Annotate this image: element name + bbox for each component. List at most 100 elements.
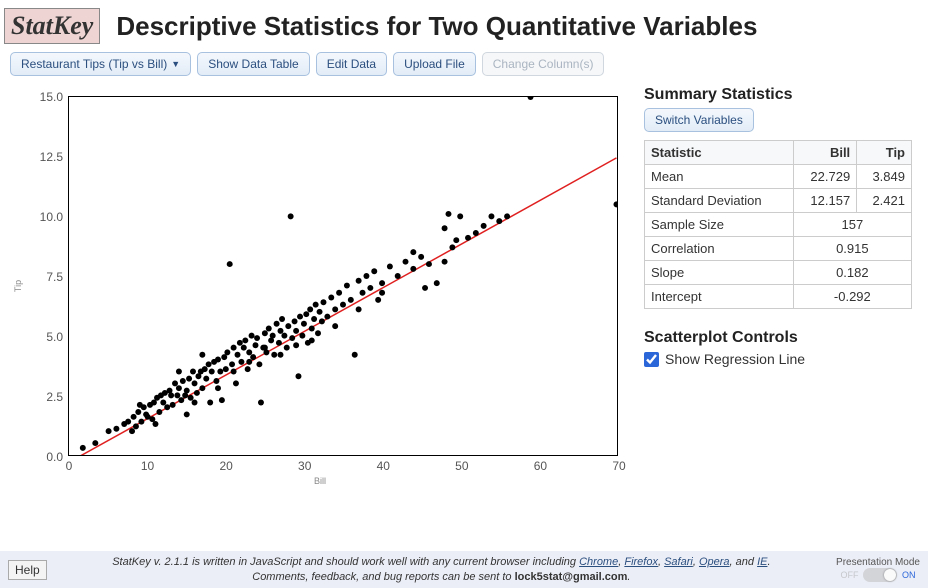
link-chrome[interactable]: Chrome: [579, 556, 618, 568]
data-point: [192, 380, 198, 386]
data-point: [292, 318, 298, 324]
data-point: [229, 361, 235, 367]
data-point: [356, 306, 362, 312]
data-point: [182, 392, 188, 398]
data-point: [488, 213, 494, 219]
int-value: -0.292: [793, 285, 911, 309]
footer-email: lock5stat@gmail.com: [515, 571, 628, 583]
data-point: [176, 368, 182, 374]
data-point: [199, 352, 205, 358]
data-point: [379, 290, 385, 296]
show-regression-label[interactable]: Show Regression Line: [644, 351, 805, 367]
data-point: [279, 316, 285, 322]
y-tick: 7.5: [46, 270, 63, 284]
x-tick: 30: [298, 459, 311, 473]
data-point: [164, 404, 170, 410]
slope-label: Slope: [645, 261, 794, 285]
data-point: [315, 330, 321, 336]
data-point: [223, 366, 229, 372]
data-point: [293, 342, 299, 348]
data-point: [375, 297, 381, 303]
data-point: [260, 345, 266, 351]
data-point: [309, 326, 315, 332]
x-tick: 70: [612, 459, 625, 473]
data-point: [253, 342, 259, 348]
sd-label: Standard Deviation: [645, 189, 794, 213]
presentation-toggle[interactable]: [863, 568, 897, 582]
presentation-mode: Presentation Mode OFF ON: [836, 557, 920, 582]
data-point: [156, 409, 162, 415]
show-regression-checkbox[interactable]: [644, 352, 659, 367]
dataset-label: Restaurant Tips (Tip vs Bill): [21, 57, 167, 71]
data-point: [125, 419, 131, 425]
link-firefox[interactable]: Firefox: [624, 556, 658, 568]
int-label: Intercept: [645, 285, 794, 309]
data-point: [360, 290, 366, 296]
data-point: [276, 340, 282, 346]
data-point: [311, 316, 317, 322]
dataset-button[interactable]: Restaurant Tips (Tip vs Bill) ▼: [10, 52, 191, 76]
data-point: [206, 361, 212, 367]
data-point: [207, 400, 213, 406]
data-point: [319, 318, 325, 324]
data-point: [303, 311, 309, 317]
x-tick: 0: [66, 459, 73, 473]
data-point: [356, 278, 362, 284]
data-point: [457, 213, 463, 219]
link-safari[interactable]: Safari: [664, 556, 693, 568]
data-point: [245, 366, 251, 372]
help-button[interactable]: Help: [8, 560, 47, 580]
data-point: [320, 299, 326, 305]
data-point: [371, 268, 377, 274]
y-tick: 0.0: [46, 450, 63, 464]
link-opera[interactable]: Opera: [699, 556, 730, 568]
data-point: [613, 201, 617, 207]
x-tick: 40: [377, 459, 390, 473]
x-axis-label: Bill: [314, 476, 326, 486]
data-point: [387, 263, 393, 269]
data-point: [149, 416, 155, 422]
n-value: 157: [793, 213, 911, 237]
data-point: [453, 237, 459, 243]
sd-x: 12.157: [793, 189, 856, 213]
data-point: [271, 352, 277, 358]
edit-data-button[interactable]: Edit Data: [316, 52, 387, 76]
summary-table: Statistic Bill Tip Mean 22.729 3.849 Sta…: [644, 140, 912, 309]
data-point: [190, 368, 196, 374]
data-point: [410, 266, 416, 272]
data-point: [242, 337, 248, 343]
y-tick: 12.5: [40, 150, 63, 164]
data-point: [305, 340, 311, 346]
y-tick: 10.0: [40, 210, 63, 224]
data-point: [106, 428, 112, 434]
data-point: [231, 345, 237, 351]
data-point: [449, 244, 455, 250]
data-point: [198, 368, 204, 374]
change-columns-button: Change Column(s): [482, 52, 605, 76]
link-ie[interactable]: IE: [757, 556, 767, 568]
data-point: [278, 328, 284, 334]
data-point: [250, 354, 256, 360]
y-tick: 15.0: [40, 90, 63, 104]
data-point: [307, 306, 313, 312]
data-point: [317, 309, 323, 315]
data-point: [176, 385, 182, 391]
data-point: [295, 373, 301, 379]
y-tick: 2.5: [46, 390, 63, 404]
logo[interactable]: StatKey: [4, 8, 100, 44]
mean-x: 22.729: [793, 165, 856, 189]
data-point: [188, 395, 194, 401]
data-point: [168, 392, 174, 398]
switch-variables-button[interactable]: Switch Variables: [644, 108, 754, 132]
data-point: [209, 368, 215, 374]
plot-area[interactable]: 0.02.55.07.510.012.515.0010203040506070: [68, 96, 618, 456]
data-point: [379, 280, 385, 286]
data-point: [528, 97, 534, 100]
r-label: Correlation: [645, 237, 794, 261]
show-data-table-button[interactable]: Show Data Table: [197, 52, 310, 76]
upload-file-button[interactable]: Upload File: [393, 52, 476, 76]
data-point: [241, 345, 247, 351]
data-point: [238, 359, 244, 365]
data-point: [299, 333, 305, 339]
summary-title: Summary Statistics: [644, 86, 912, 104]
